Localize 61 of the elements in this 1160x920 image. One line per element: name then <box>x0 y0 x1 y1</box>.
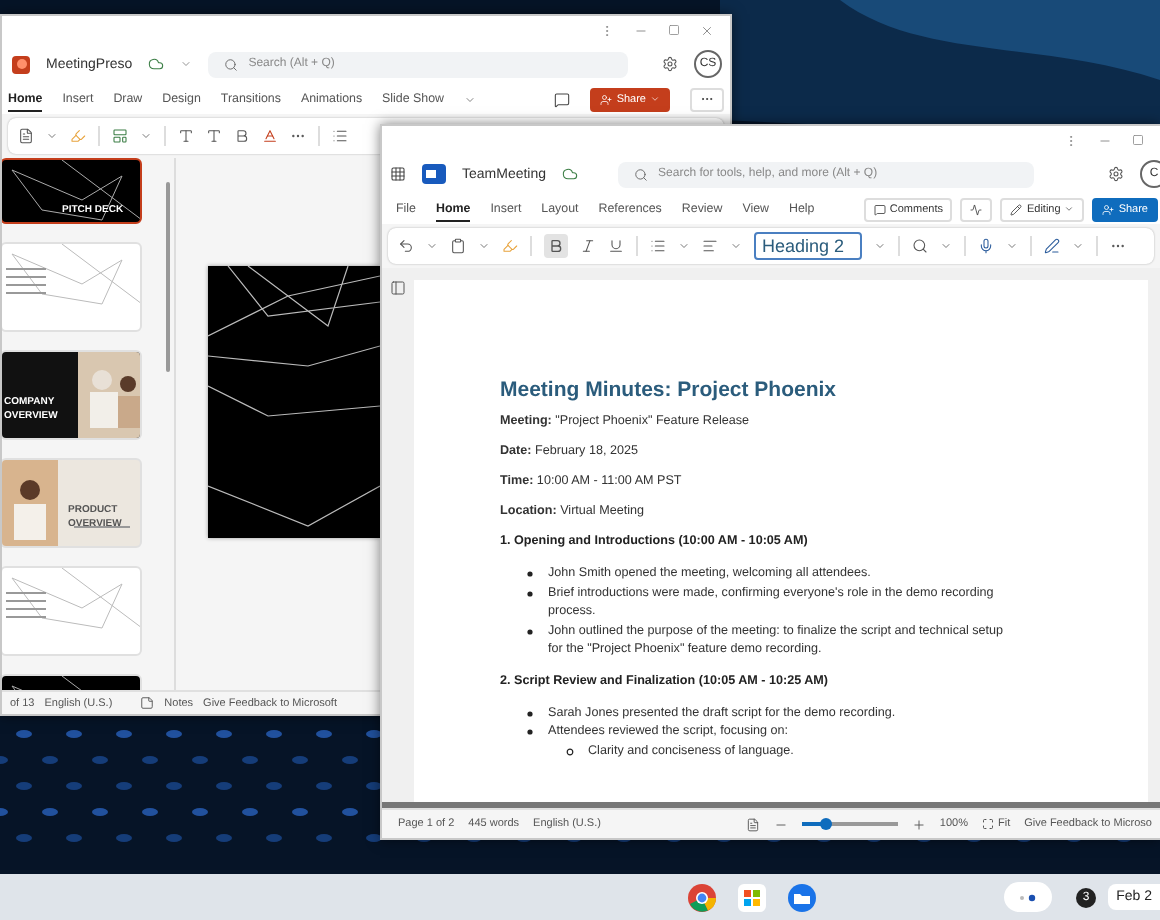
pencil-icon[interactable] <box>1010 203 1023 215</box>
share-icon[interactable] <box>1102 203 1115 215</box>
bold-button[interactable] <box>544 234 568 258</box>
activity-icon[interactable] <box>970 203 983 215</box>
search-icon[interactable] <box>224 57 239 71</box>
view-icon[interactable] <box>745 817 760 831</box>
word-logo-icon <box>422 164 446 184</box>
cloud-icon[interactable] <box>562 166 579 182</box>
highlighter-icon[interactable] <box>502 238 518 254</box>
folder-icon[interactable] <box>788 883 817 911</box>
zoom-in-icon[interactable] <box>911 817 926 831</box>
sidebar-toggle[interactable] <box>390 280 406 300</box>
clipboard-icon[interactable] <box>450 238 466 254</box>
font-size-icon[interactable] <box>178 128 194 144</box>
bullet-icon <box>526 728 534 736</box>
search-icon[interactable] <box>634 167 649 181</box>
style-dropdown[interactable]: Heading 2 <box>754 232 862 260</box>
align-icon[interactable] <box>702 238 718 254</box>
bullet-icon <box>566 747 574 755</box>
list-icon[interactable] <box>332 128 348 144</box>
maximize-icon[interactable] <box>668 24 680 36</box>
document-heading: Meeting Minutes: Project Phoenix <box>500 378 839 402</box>
app-launcher-icon[interactable] <box>390 166 406 182</box>
browser-icon[interactable] <box>688 883 717 911</box>
slide-thumbnail[interactable] <box>2 566 142 656</box>
pen-icon[interactable] <box>1044 238 1060 254</box>
list-icon[interactable] <box>650 238 666 254</box>
status-icon <box>1016 893 1041 901</box>
bold-icon <box>548 238 564 254</box>
italic-icon[interactable] <box>580 238 596 254</box>
comment-icon[interactable] <box>873 203 886 215</box>
store-icon[interactable] <box>738 883 767 911</box>
settings-icon[interactable] <box>662 56 678 72</box>
chevron-icon[interactable] <box>1064 204 1075 214</box>
panel-icon <box>390 280 406 296</box>
font-size-icon[interactable] <box>206 128 222 144</box>
maximize-icon[interactable] <box>1132 134 1144 146</box>
catch-up-button[interactable] <box>960 197 993 221</box>
highlighter-icon[interactable] <box>70 128 86 144</box>
notes-icon[interactable] <box>140 696 155 710</box>
settings-icon[interactable] <box>1108 166 1124 182</box>
microphone-icon[interactable] <box>978 238 994 254</box>
font-color-icon[interactable] <box>262 128 278 144</box>
undo-icon[interactable] <box>398 238 414 254</box>
bullet-icon <box>526 709 534 717</box>
bullet-icon <box>526 627 534 635</box>
bullet-icon <box>526 570 534 578</box>
system-tray[interactable] <box>1004 882 1053 912</box>
bold-icon[interactable] <box>234 128 250 144</box>
powerpoint-logo-icon <box>10 54 30 74</box>
comment-icon[interactable] <box>554 91 571 107</box>
cloud-icon[interactable] <box>148 56 165 72</box>
slide-thumbnail[interactable] <box>2 242 142 332</box>
new-slide-icon[interactable] <box>18 128 34 144</box>
underline-icon[interactable] <box>608 238 624 254</box>
scrollbar[interactable] <box>166 182 170 372</box>
bullet-icon <box>526 589 534 597</box>
layout-icon[interactable] <box>112 128 128 144</box>
share-icon[interactable] <box>600 93 613 105</box>
close-icon[interactable] <box>700 23 714 37</box>
search-icon[interactable] <box>912 238 928 254</box>
